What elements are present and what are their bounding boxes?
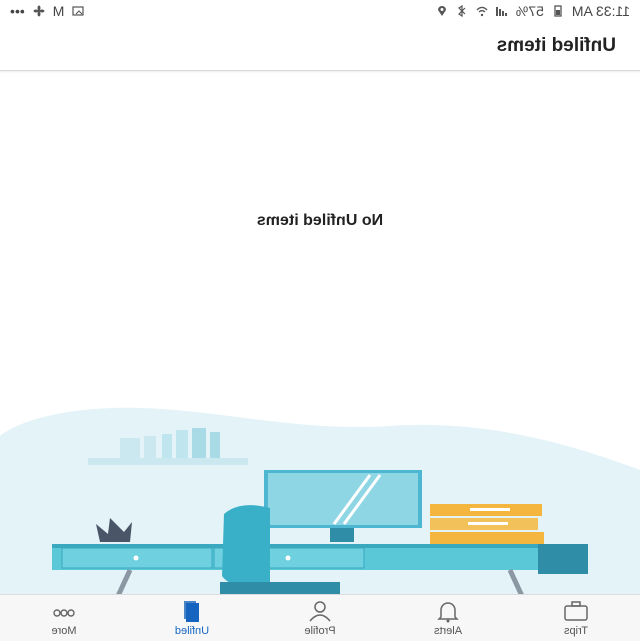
status-time: 11:33 AM: [571, 3, 630, 19]
nav-item-unfiled[interactable]: Unfiled: [128, 595, 256, 641]
person-icon: [309, 601, 331, 622]
nav-label: More: [51, 625, 77, 637]
wifi-icon: [476, 6, 488, 17]
status-bar-left: 11:33 AM 57%: [436, 3, 630, 19]
nav-label: Trips: [563, 625, 589, 637]
nav-item-more[interactable]: More: [0, 595, 128, 641]
more-dots-icon: [53, 609, 75, 617]
status-bar-right: M •••: [10, 3, 84, 19]
empty-state-illustration: [0, 407, 640, 596]
folder-icon: [184, 601, 199, 622]
image-icon: [72, 6, 84, 16]
bottom-nav: Trips Alerts Profile Unfiled More: [0, 594, 640, 641]
nav-item-profile[interactable]: Profile: [256, 595, 384, 641]
nav-label: Unfiled: [174, 625, 210, 637]
signal-icon: [495, 7, 507, 16]
overflow-dots: •••: [10, 3, 25, 19]
page-title: Unfiled items: [496, 35, 616, 56]
nav-item-trips[interactable]: Trips: [512, 595, 640, 641]
suitcase-icon: [564, 601, 588, 621]
nav-label: Alerts: [433, 625, 463, 637]
bell-icon: [437, 602, 459, 623]
status-bar: 11:33 AM 57% M •••: [0, 0, 640, 24]
app-bar: Unfiled items: [0, 24, 640, 71]
location-icon: [437, 6, 446, 16]
empty-state-message: No Unfiled items: [256, 212, 384, 229]
mirrored-screen: 11:33 AM 57% M ••• Unfiled items No Unfi…: [0, 0, 640, 641]
bluetooth-icon: [457, 5, 466, 17]
nav-label: Profile: [304, 625, 336, 637]
battery-percent: 57%: [515, 3, 544, 19]
gmail-icon: M: [52, 3, 65, 19]
battery-icon: [554, 5, 562, 17]
nav-item-alerts[interactable]: Alerts: [384, 595, 512, 641]
fan-icon: [33, 5, 45, 17]
